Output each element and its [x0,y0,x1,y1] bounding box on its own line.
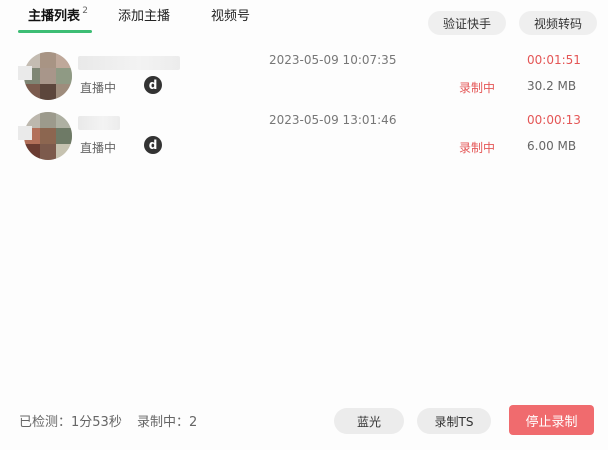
video-transcode-button[interactable]: 视频转码 [519,11,597,35]
douyin-platform-icon: d [144,76,162,94]
recording-status: 录制中 [459,81,496,95]
stop-recording-button[interactable]: 停止录制 [509,405,594,435]
tab-streamer-list[interactable]: 主播列表 2 [28,6,88,26]
platform-icon-glyph: d [148,138,158,152]
bluray-quality-label: 蓝光 [356,414,381,429]
douyin-platform-icon: d [144,136,162,154]
live-status: 直播中 [80,81,117,95]
streamer-count-badge: 2 [82,6,89,16]
video-transcode-label: 视频转码 [533,16,582,31]
recording-status: 录制中 [459,141,496,155]
detection-time: 已检测：1分53秒 [19,415,122,430]
tab-add-streamer-label: 添加主播 [118,9,171,24]
verify-kuaishou-button[interactable]: 验证快手 [428,11,506,35]
streamer-name-redacted [78,56,180,70]
streamer-row[interactable]: 直播中 d 2023-05-09 13:01:46 录制中 00:00:13 6… [0,112,608,172]
recording-count: 录制中：2 [137,415,198,430]
start-timestamp: 2023-05-09 10:07:35 [269,53,397,67]
avatar-redaction-block [18,126,32,140]
file-size: 6.00 MB [527,139,577,153]
streamer-row[interactable]: 直播中 d 2023-05-09 10:07:35 录制中 00:01:51 3… [0,52,608,112]
streamer-name-redacted [78,116,120,130]
verify-kuaishou-label: 验证快手 [442,16,491,31]
tab-video-channel-label: 视频号 [211,9,251,24]
tab-bar: 主播列表 2 添加主播 视频号 [0,0,608,34]
start-timestamp: 2023-05-09 13:01:46 [269,113,397,127]
record-ts-button[interactable]: 录制TS [417,408,491,434]
recording-duration: 00:00:13 [527,113,581,127]
avatar-redaction-block [18,66,32,80]
tab-streamer-list-label: 主播列表 [28,9,81,24]
platform-icon-glyph: d [148,78,158,92]
stop-recording-label: 停止录制 [525,414,578,430]
live-status: 直播中 [80,141,117,155]
record-ts-label: 录制TS [434,414,474,429]
tab-add-streamer[interactable]: 添加主播 [118,8,170,26]
bluray-quality-button[interactable]: 蓝光 [334,408,404,434]
recording-duration: 00:01:51 [527,53,581,67]
file-size: 30.2 MB [527,79,577,93]
active-tab-indicator [18,30,92,33]
tab-video-channel[interactable]: 视频号 [211,8,250,26]
